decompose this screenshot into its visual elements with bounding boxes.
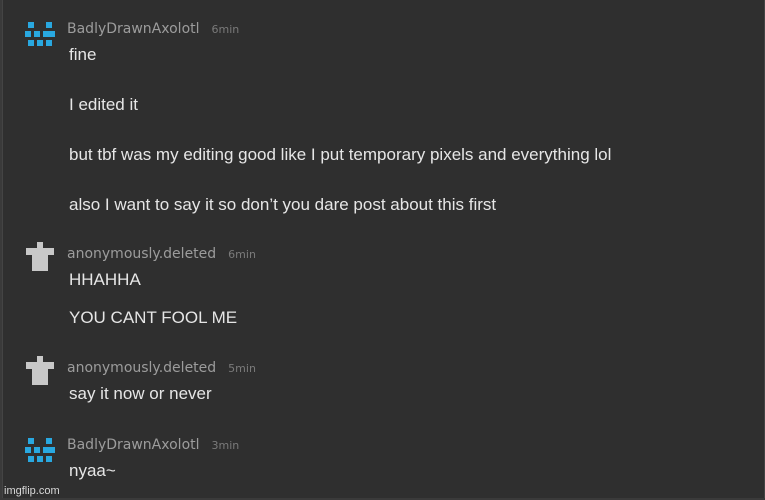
deleted-user-icon[interactable] xyxy=(25,242,55,272)
pixel-axolotl-icon[interactable] xyxy=(25,436,55,466)
comment-username[interactable]: BadlyDrawnAxolotl xyxy=(67,21,200,37)
comment-text-line: say it now or never xyxy=(69,384,212,403)
comment-text-line: also I want to say it so don’t you dare … xyxy=(69,195,497,214)
comment-text-line: HHAHHA xyxy=(69,270,141,289)
comment-text-line: but tbf was my editing good like I put t… xyxy=(69,145,612,164)
comment-username[interactable]: anonymously.deleted xyxy=(67,360,216,376)
comment-text-line: I edited it xyxy=(69,95,138,114)
imgflip-watermark: imgflip.com xyxy=(4,485,60,497)
deleted-user-icon[interactable] xyxy=(25,356,55,386)
pixel-axolotl-icon[interactable] xyxy=(25,20,55,50)
comment-text-line: fine xyxy=(69,45,97,64)
comment-timestamp: 6min xyxy=(228,248,256,261)
comment-text-line: YOU CANT FOOL ME xyxy=(69,308,238,327)
comment-username[interactable]: BadlyDrawnAxolotl xyxy=(67,437,200,453)
comment-text-line: nyaa~ xyxy=(69,461,116,480)
comment-timestamp: 3min xyxy=(211,439,240,452)
comment-timestamp: 5min xyxy=(228,362,256,375)
comment-timestamp: 6min xyxy=(211,23,240,36)
comment-thread: BadlyDrawnAxolotl 6min fine I edited it b… xyxy=(2,0,765,498)
comment-username[interactable]: anonymously.deleted xyxy=(67,246,216,262)
